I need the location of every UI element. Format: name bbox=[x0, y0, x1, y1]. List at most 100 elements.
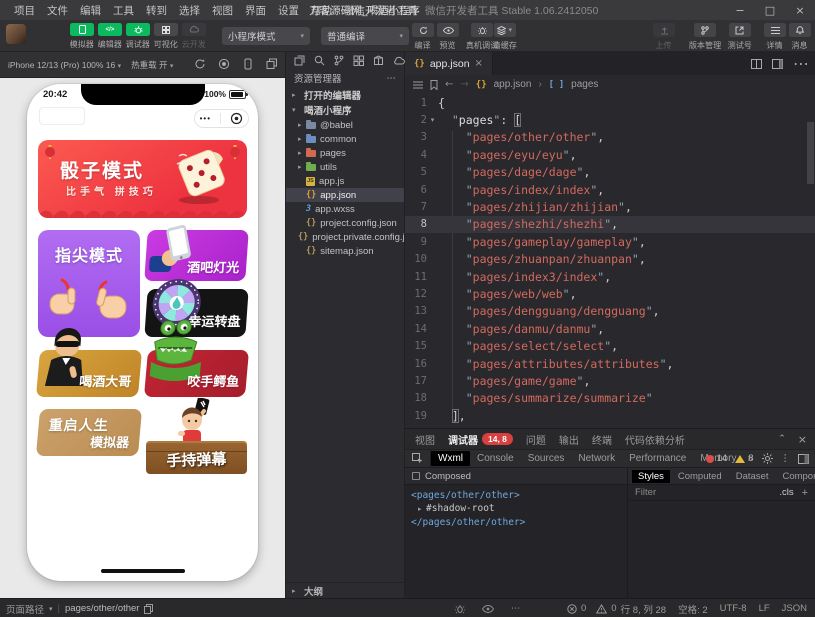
code-line-17[interactable]: 17 "pages/game/game", bbox=[405, 372, 815, 389]
devtools-tab-network[interactable]: Network bbox=[571, 451, 622, 466]
styles-tab-component-data[interactable]: Component Data bbox=[776, 470, 815, 483]
menu-工具[interactable]: 工具 bbox=[107, 3, 140, 18]
search-icon[interactable] bbox=[314, 55, 325, 66]
fingertip-mode-card[interactable]: 指尖模式 bbox=[38, 230, 140, 337]
toggle-panel-icon[interactable] bbox=[772, 59, 783, 69]
cls-toggle[interactable]: .cls bbox=[779, 487, 793, 498]
code-line-15[interactable]: 15 "pages/select/select", bbox=[405, 337, 815, 354]
dock-side-icon[interactable] bbox=[798, 454, 809, 464]
messages-button[interactable]: 消息 bbox=[789, 23, 811, 51]
encoding-setting[interactable]: UTF-8 bbox=[720, 603, 747, 614]
filter-input[interactable]: Filter bbox=[635, 487, 656, 498]
more-dots-icon[interactable]: ••• bbox=[200, 115, 211, 123]
close-button[interactable]: × bbox=[785, 0, 815, 20]
debug-tab-问题[interactable]: 问题 bbox=[526, 432, 546, 447]
refresh-icon[interactable] bbox=[194, 58, 207, 71]
tree-item-app.json[interactable]: {}app.json bbox=[286, 188, 404, 202]
more-icon[interactable]: ⋯ bbox=[387, 73, 397, 84]
devtools-tab-sources[interactable]: Sources bbox=[521, 451, 572, 466]
debug-tab-视图[interactable]: 视图 bbox=[415, 432, 435, 447]
styles-tab-computed[interactable]: Computed bbox=[672, 470, 728, 483]
git-icon[interactable] bbox=[334, 55, 344, 66]
upload-button[interactable]: 上传 bbox=[653, 23, 675, 51]
test-account-button[interactable]: 测试号 bbox=[727, 23, 753, 51]
page-path-label[interactable]: 页面路径 bbox=[6, 602, 44, 616]
code-line-12[interactable]: 12 "pages/web/web", bbox=[405, 285, 815, 302]
menu-视图[interactable]: 视图 bbox=[206, 3, 239, 18]
tab-app-json[interactable]: {} app.json × bbox=[405, 52, 493, 75]
restart-life-card[interactable]: 重启人生 模拟器 bbox=[36, 409, 142, 456]
tree-item-project.config.json[interactable]: {}project.config.json bbox=[286, 216, 404, 230]
device-frame-icon[interactable] bbox=[242, 58, 255, 71]
devtools-warning-count[interactable]: 8 bbox=[735, 453, 753, 464]
tree-item-utils[interactable]: ▸utils bbox=[286, 160, 404, 174]
breadcrumb-node[interactable]: pages bbox=[571, 79, 598, 90]
open-editors-section[interactable]: ▸ 打开的编辑器 bbox=[286, 87, 404, 102]
multi-window-icon[interactable] bbox=[266, 58, 279, 71]
devtools-tab-performance[interactable]: Performance bbox=[622, 451, 693, 466]
preview-button[interactable]: 预览 bbox=[437, 23, 459, 51]
code-line-1[interactable]: 1{ bbox=[405, 94, 815, 111]
dice-mode-banner[interactable]: 骰子模式 比手气 拼技巧 bbox=[38, 140, 247, 218]
bookmark-icon[interactable] bbox=[430, 80, 438, 90]
tree-item-app.js[interactable]: JSapp.js bbox=[286, 174, 404, 188]
minimize-target-icon[interactable] bbox=[230, 112, 243, 125]
maximize-button[interactable]: □ bbox=[755, 0, 785, 20]
tree-item-common[interactable]: ▸common bbox=[286, 132, 404, 146]
cloud-dev-toggle[interactable]: 云开发 bbox=[177, 23, 211, 50]
eye-icon[interactable] bbox=[482, 605, 494, 613]
code-line-13[interactable]: 13 "pages/dengguang/dengguang", bbox=[405, 303, 815, 320]
user-avatar[interactable] bbox=[6, 24, 26, 44]
menu-转到[interactable]: 转到 bbox=[140, 3, 173, 18]
devtools-tab-wxml[interactable]: Wxml bbox=[431, 451, 470, 466]
close-panel-icon[interactable]: × bbox=[798, 433, 807, 446]
tree-item-project.private.config.js...[interactable]: {}project.private.config.js... bbox=[286, 230, 404, 244]
code-line-8[interactable]: 8 "pages/shezhi/shezhi", bbox=[405, 216, 815, 233]
problems-summary[interactable]: 0 0 bbox=[567, 599, 617, 617]
code-line-3[interactable]: 3 "pages/other/other", bbox=[405, 129, 815, 146]
drinking-brother-card[interactable]: 喝酒大哥 bbox=[36, 350, 142, 397]
menu-选择[interactable]: 选择 bbox=[173, 3, 206, 18]
handheld-danmu-card[interactable]: 手持弹幕 bbox=[146, 400, 247, 474]
project-root-section[interactable]: ▾ 喝酒小程序 bbox=[286, 102, 404, 117]
wxml-shadow-root[interactable]: ▸#shadow-root bbox=[411, 502, 621, 516]
menu-文件[interactable]: 文件 bbox=[41, 3, 74, 18]
nav-placeholder-button[interactable] bbox=[39, 107, 85, 125]
back-arrow-icon[interactable]: ← bbox=[445, 79, 453, 90]
inspect-element-icon[interactable] bbox=[405, 450, 431, 467]
debug-tab-终端[interactable]: 终端 bbox=[592, 432, 612, 447]
cloud-icon[interactable] bbox=[393, 56, 405, 65]
more-icon[interactable]: ⋯ bbox=[511, 603, 521, 614]
eol-setting[interactable]: LF bbox=[759, 603, 770, 614]
hot-reload-select[interactable]: 热重载 开 ▾ bbox=[131, 59, 173, 71]
wxml-open-tag[interactable]: <pages/other/other> bbox=[411, 489, 621, 502]
settings-gear-icon[interactable] bbox=[762, 453, 773, 464]
cursor-position[interactable]: 行 8, 列 28 bbox=[621, 602, 666, 616]
record-icon[interactable] bbox=[218, 58, 231, 71]
menu-界面[interactable]: 界面 bbox=[239, 3, 272, 18]
code-line-7[interactable]: 7 "pages/zhijian/zhijian", bbox=[405, 198, 815, 215]
code-line-5[interactable]: 5 "pages/dage/dage", bbox=[405, 164, 815, 181]
explorer-icon[interactable] bbox=[294, 55, 305, 66]
tree-item-@babel[interactable]: ▸@babel bbox=[286, 118, 404, 132]
code-line-10[interactable]: 10 "pages/zhuanpan/zhuanpan", bbox=[405, 251, 815, 268]
layout-grid-icon[interactable] bbox=[353, 55, 364, 66]
devtools-tab-console[interactable]: Console bbox=[470, 451, 521, 466]
code-line-18[interactable]: 18 "pages/summarize/summarize" bbox=[405, 390, 815, 407]
menu-项目[interactable]: 项目 bbox=[8, 3, 41, 18]
tree-item-pages[interactable]: ▸pages bbox=[286, 146, 404, 160]
code-line-16[interactable]: 16 "pages/attributes/attributes", bbox=[405, 355, 815, 372]
code-line-4[interactable]: 4 "pages/eyu/eyu", bbox=[405, 146, 815, 163]
tree-item-app.wxss[interactable]: 3app.wxss bbox=[286, 202, 404, 216]
more-icon[interactable]: ⋯ bbox=[793, 54, 809, 73]
wxml-close-tag[interactable]: </pages/other/other> bbox=[411, 516, 621, 529]
copy-icon[interactable] bbox=[144, 604, 153, 614]
list-icon[interactable] bbox=[413, 81, 423, 89]
capsule-menu[interactable]: ••• bbox=[194, 109, 249, 128]
more-vert-icon[interactable]: ⋮ bbox=[781, 453, 791, 464]
details-button[interactable]: 详情 bbox=[764, 23, 786, 51]
code-line-9[interactable]: 9 "pages/gameplay/gameplay", bbox=[405, 233, 815, 250]
code-line-14[interactable]: 14 "pages/danmu/danmu", bbox=[405, 320, 815, 337]
package-icon[interactable] bbox=[373, 55, 384, 66]
code-line-19[interactable]: 19 ], bbox=[405, 407, 815, 424]
